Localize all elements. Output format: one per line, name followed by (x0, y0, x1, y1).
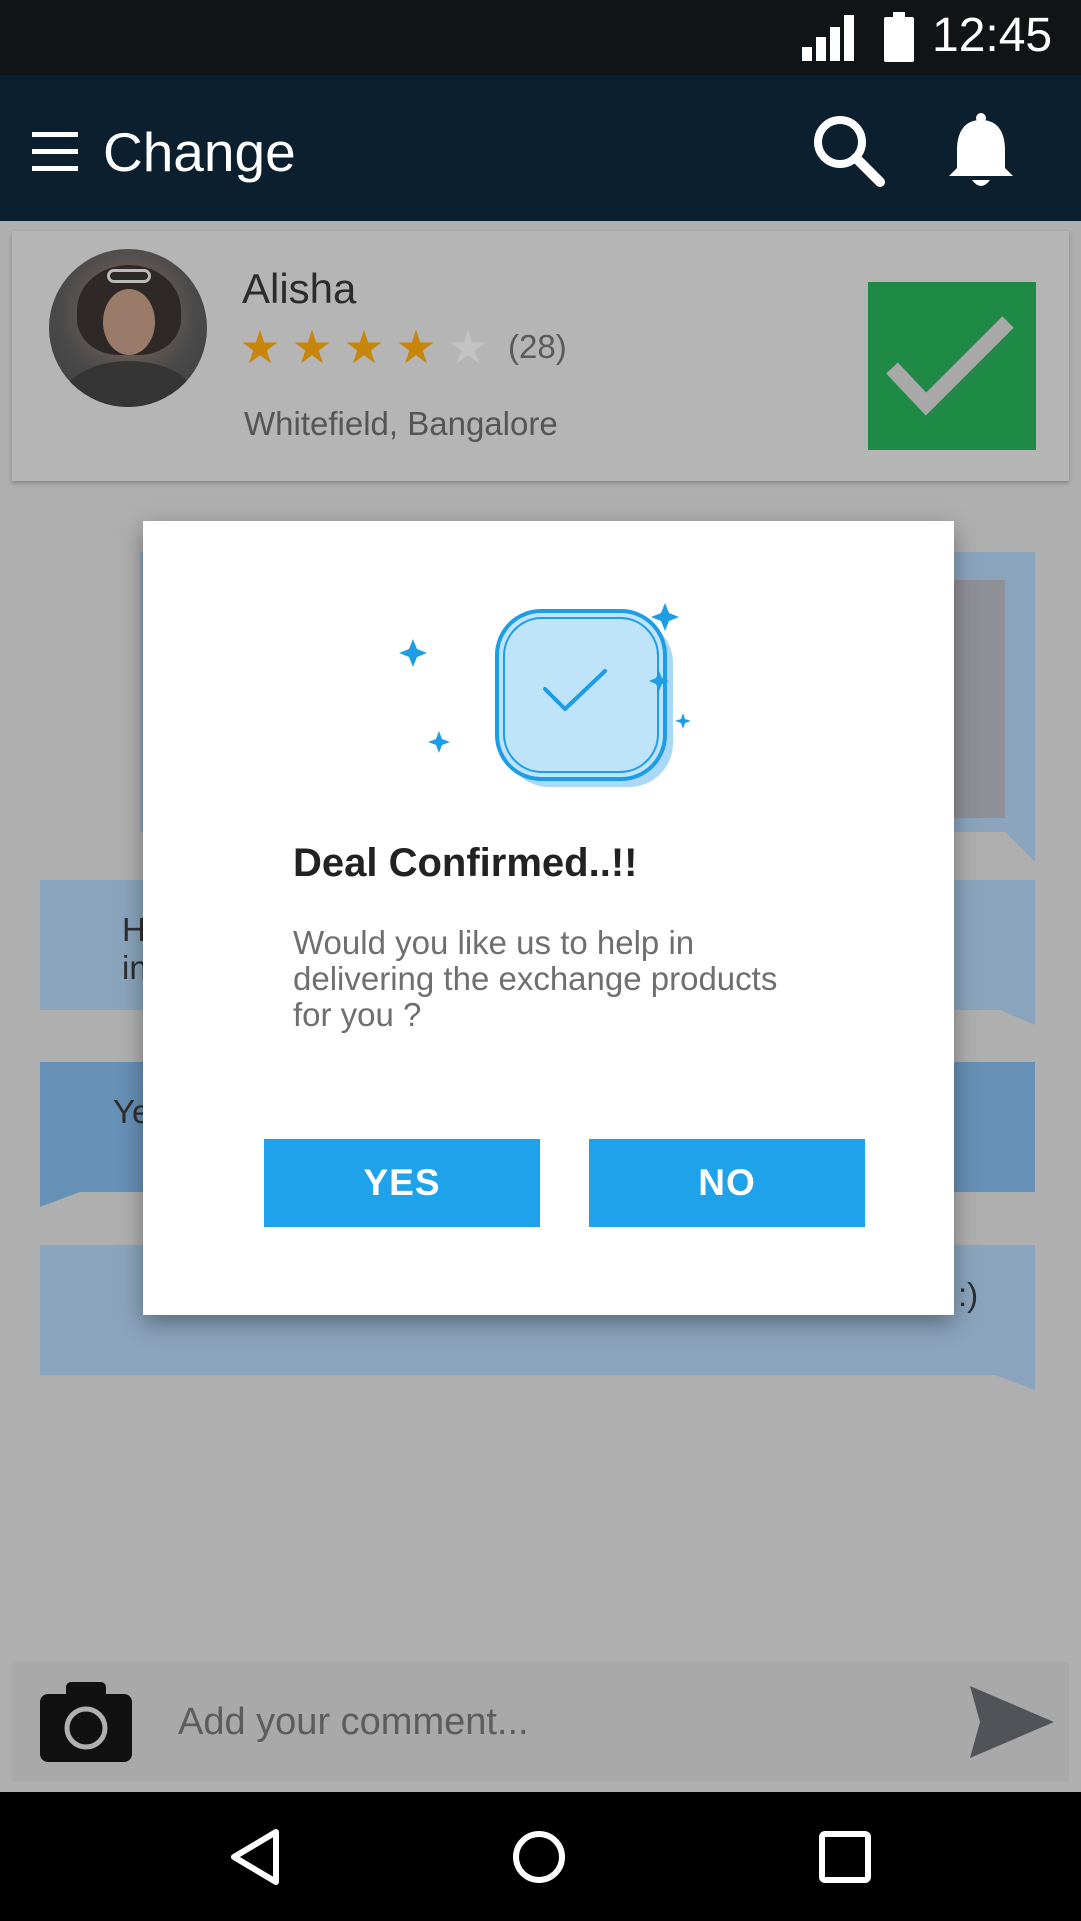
chat-message-text: :) (958, 1276, 979, 1313)
avatar[interactable] (49, 249, 207, 407)
comment-input[interactable] (178, 1684, 938, 1760)
yes-button[interactable]: YES (264, 1139, 540, 1227)
star-icon: ★ (395, 320, 437, 374)
comment-bar (12, 1662, 1069, 1782)
status-bar: 12:45 (0, 0, 1081, 75)
user-name: Alisha (242, 265, 357, 312)
send-icon[interactable] (966, 1684, 1058, 1760)
star-icon: ★ (343, 320, 385, 374)
deal-confirmed-dialog: Deal Confirmed..!! Would you like us to … (143, 521, 954, 1315)
confirmed-check-illustration (399, 603, 691, 787)
bell-icon[interactable] (945, 112, 1017, 192)
nav-home-icon[interactable] (504, 1822, 574, 1892)
signal-icon (802, 15, 854, 61)
star-empty-icon: ★ (447, 320, 489, 374)
no-button[interactable]: NO (589, 1139, 865, 1227)
dialog-message: Would you like us to help in delivering … (293, 924, 778, 1033)
nav-recents-icon[interactable] (810, 1822, 880, 1892)
nav-back-icon[interactable] (220, 1822, 290, 1892)
profile-card[interactable]: Alisha ★ ★ ★ ★ ★ (28) Whitefield, Bangal… (12, 231, 1069, 481)
camera-icon[interactable] (40, 1682, 132, 1762)
star-icon: ★ (239, 320, 281, 374)
app-bar: Change (0, 75, 1081, 221)
user-location: Whitefield, Bangalore (244, 405, 558, 442)
menu-icon[interactable] (32, 132, 78, 172)
rating-count: (28) (508, 328, 567, 365)
check-icon (886, 316, 1014, 416)
star-icon: ★ (291, 320, 333, 374)
status-time: 12:45 (932, 9, 1053, 62)
page-title: Change (103, 121, 296, 183)
system-nav-bar (0, 1792, 1081, 1921)
dialog-title: Deal Confirmed..!! (293, 841, 638, 885)
battery-icon (884, 12, 914, 62)
rating-stars: ★ ★ ★ ★ ★ (28) (234, 320, 567, 374)
deal-confirm-button[interactable] (868, 282, 1036, 450)
search-icon[interactable] (810, 112, 886, 188)
